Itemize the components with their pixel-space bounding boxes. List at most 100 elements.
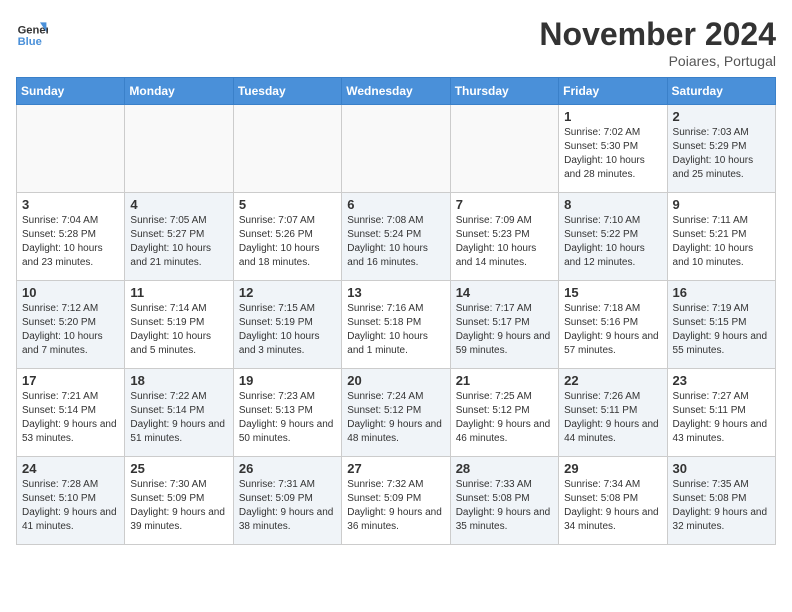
day-header-thursday: Thursday [450, 78, 558, 105]
day-number: 23 [673, 373, 770, 388]
calendar-cell: 29 Sunrise: 7:34 AM Sunset: 5:08 PM Dayli… [559, 457, 667, 545]
calendar-cell: 2 Sunrise: 7:03 AM Sunset: 5:29 PM Daylig… [667, 105, 775, 193]
day-info: Sunrise: 7:10 AM Sunset: 5:22 PM Dayligh… [564, 214, 661, 270]
day-info: Sunrise: 7:17 AM Sunset: 5:17 PM Dayligh… [456, 302, 553, 358]
day-number: 12 [239, 285, 336, 300]
calendar-cell: 5Sunrise: 7:07 AM Sunset: 5:26 PM Daylig… [233, 193, 341, 281]
day-info: Sunrise: 7:30 AM Sunset: 5:09 PM Dayligh… [130, 478, 227, 534]
day-info: Sunrise: 7:15 AM Sunset: 5:19 PM Dayligh… [239, 302, 336, 358]
day-info: Sunrise: 7:02 AM Sunset: 5:30 PM Dayligh… [564, 126, 661, 182]
day-number: 14 [456, 285, 553, 300]
day-number: 20 [347, 373, 444, 388]
day-info: Sunrise: 7:19 AM Sunset: 5:15 PM Dayligh… [673, 302, 770, 358]
location: Poiares, Portugal [539, 53, 776, 69]
calendar-cell: 18 Sunrise: 7:22 AM Sunset: 5:14 PM Dayli… [125, 369, 233, 457]
calendar-cell [450, 105, 558, 193]
day-info: Sunrise: 7:07 AM Sunset: 5:26 PM Dayligh… [239, 214, 336, 270]
calendar-cell [233, 105, 341, 193]
day-info: Sunrise: 7:09 AM Sunset: 5:23 PM Dayligh… [456, 214, 553, 270]
day-number: 27 [347, 461, 444, 476]
calendar-cell: 3 Sunrise: 7:04 AM Sunset: 5:28 PM Daylig… [17, 193, 125, 281]
month-title: November 2024 [539, 16, 776, 53]
calendar-cell: 15 Sunrise: 7:18 AM Sunset: 5:16 PM Dayli… [559, 281, 667, 369]
day-info: Sunrise: 7:34 AM Sunset: 5:08 PM Dayligh… [564, 478, 661, 534]
day-number: 10 [22, 285, 119, 300]
day-info: Sunrise: 7:18 AM Sunset: 5:16 PM Dayligh… [564, 302, 661, 358]
day-number: 22 [564, 373, 661, 388]
calendar-cell: 22 Sunrise: 7:26 AM Sunset: 5:11 PM Dayli… [559, 369, 667, 457]
day-number: 24 [22, 461, 119, 476]
calendar-cell: 19Sunrise: 7:23 AM Sunset: 5:13 PM Dayli… [233, 369, 341, 457]
day-info: Sunrise: 7:25 AM Sunset: 5:12 PM Dayligh… [456, 390, 553, 446]
day-info: Sunrise: 7:16 AM Sunset: 5:18 PM Dayligh… [347, 302, 444, 358]
day-header-friday: Friday [559, 78, 667, 105]
calendar-cell: 16 Sunrise: 7:19 AM Sunset: 5:15 PM Dayli… [667, 281, 775, 369]
day-number: 30 [673, 461, 770, 476]
calendar-week-1: 1 Sunrise: 7:02 AM Sunset: 5:30 PM Daylig… [17, 105, 776, 193]
day-info: Sunrise: 7:14 AM Sunset: 5:19 PM Dayligh… [130, 302, 227, 358]
day-number: 3 [22, 197, 119, 212]
day-number: 1 [564, 109, 661, 124]
day-header-tuesday: Tuesday [233, 78, 341, 105]
day-number: 25 [130, 461, 227, 476]
day-number: 8 [564, 197, 661, 212]
calendar-cell: 24 Sunrise: 7:28 AM Sunset: 5:10 PM Dayli… [17, 457, 125, 545]
day-info: Sunrise: 7:24 AM Sunset: 5:12 PM Dayligh… [347, 390, 444, 446]
calendar-header-row: SundayMondayTuesdayWednesdayThursdayFrid… [17, 78, 776, 105]
day-info: Sunrise: 7:03 AM Sunset: 5:29 PM Dayligh… [673, 126, 770, 182]
calendar-cell [17, 105, 125, 193]
day-number: 9 [673, 197, 770, 212]
calendar-table: SundayMondayTuesdayWednesdayThursdayFrid… [16, 77, 776, 545]
logo-icon: General Blue [16, 16, 48, 48]
day-info: Sunrise: 7:26 AM Sunset: 5:11 PM Dayligh… [564, 390, 661, 446]
day-info: Sunrise: 7:33 AM Sunset: 5:08 PM Dayligh… [456, 478, 553, 534]
day-number: 16 [673, 285, 770, 300]
calendar-cell: 17Sunrise: 7:21 AM Sunset: 5:14 PM Dayli… [17, 369, 125, 457]
calendar-cell: 21 Sunrise: 7:25 AM Sunset: 5:12 PM Dayli… [450, 369, 558, 457]
calendar-cell [125, 105, 233, 193]
calendar-cell: 8 Sunrise: 7:10 AM Sunset: 5:22 PM Daylig… [559, 193, 667, 281]
svg-text:Blue: Blue [18, 36, 42, 48]
day-header-wednesday: Wednesday [342, 78, 450, 105]
day-info: Sunrise: 7:27 AM Sunset: 5:11 PM Dayligh… [673, 390, 770, 446]
calendar-cell: 28 Sunrise: 7:33 AM Sunset: 5:08 PM Dayli… [450, 457, 558, 545]
day-info: Sunrise: 7:23 AM Sunset: 5:13 PM Dayligh… [239, 390, 336, 446]
calendar-cell: 26Sunrise: 7:31 AM Sunset: 5:09 PM Dayli… [233, 457, 341, 545]
day-header-monday: Monday [125, 78, 233, 105]
day-number: 18 [130, 373, 227, 388]
day-info: Sunrise: 7:28 AM Sunset: 5:10 PM Dayligh… [22, 478, 119, 534]
calendar-cell: 1 Sunrise: 7:02 AM Sunset: 5:30 PM Daylig… [559, 105, 667, 193]
day-info: Sunrise: 7:32 AM Sunset: 5:09 PM Dayligh… [347, 478, 444, 534]
day-header-sunday: Sunday [17, 78, 125, 105]
day-number: 2 [673, 109, 770, 124]
page-header: General Blue November 2024 Poiares, Port… [16, 16, 776, 69]
day-info: Sunrise: 7:04 AM Sunset: 5:28 PM Dayligh… [22, 214, 119, 270]
day-info: Sunrise: 7:22 AM Sunset: 5:14 PM Dayligh… [130, 390, 227, 446]
day-number: 15 [564, 285, 661, 300]
day-number: 26 [239, 461, 336, 476]
calendar-cell: 23 Sunrise: 7:27 AM Sunset: 5:11 PM Dayli… [667, 369, 775, 457]
calendar-week-2: 3 Sunrise: 7:04 AM Sunset: 5:28 PM Daylig… [17, 193, 776, 281]
day-number: 4 [130, 197, 227, 212]
day-number: 28 [456, 461, 553, 476]
calendar-cell: 13 Sunrise: 7:16 AM Sunset: 5:18 PM Dayli… [342, 281, 450, 369]
day-info: Sunrise: 7:05 AM Sunset: 5:27 PM Dayligh… [130, 214, 227, 270]
calendar-cell: 30 Sunrise: 7:35 AM Sunset: 5:08 PM Dayli… [667, 457, 775, 545]
day-number: 13 [347, 285, 444, 300]
calendar-cell: 7 Sunrise: 7:09 AM Sunset: 5:23 PM Daylig… [450, 193, 558, 281]
day-number: 17 [22, 373, 119, 388]
calendar-cell: 10 Sunrise: 7:12 AM Sunset: 5:20 PM Dayli… [17, 281, 125, 369]
calendar-cell: 9 Sunrise: 7:11 AM Sunset: 5:21 PM Daylig… [667, 193, 775, 281]
day-number: 7 [456, 197, 553, 212]
calendar-cell: 12 Sunrise: 7:15 AM Sunset: 5:19 PM Dayli… [233, 281, 341, 369]
day-number: 21 [456, 373, 553, 388]
day-info: Sunrise: 7:12 AM Sunset: 5:20 PM Dayligh… [22, 302, 119, 358]
day-number: 29 [564, 461, 661, 476]
calendar-week-5: 24 Sunrise: 7:28 AM Sunset: 5:10 PM Dayli… [17, 457, 776, 545]
day-info: Sunrise: 7:11 AM Sunset: 5:21 PM Dayligh… [673, 214, 770, 270]
calendar-cell: 27 Sunrise: 7:32 AM Sunset: 5:09 PM Dayli… [342, 457, 450, 545]
calendar-week-4: 17Sunrise: 7:21 AM Sunset: 5:14 PM Dayli… [17, 369, 776, 457]
day-info: Sunrise: 7:35 AM Sunset: 5:08 PM Dayligh… [673, 478, 770, 534]
day-header-saturday: Saturday [667, 78, 775, 105]
calendar-cell: 20 Sunrise: 7:24 AM Sunset: 5:12 PM Dayli… [342, 369, 450, 457]
